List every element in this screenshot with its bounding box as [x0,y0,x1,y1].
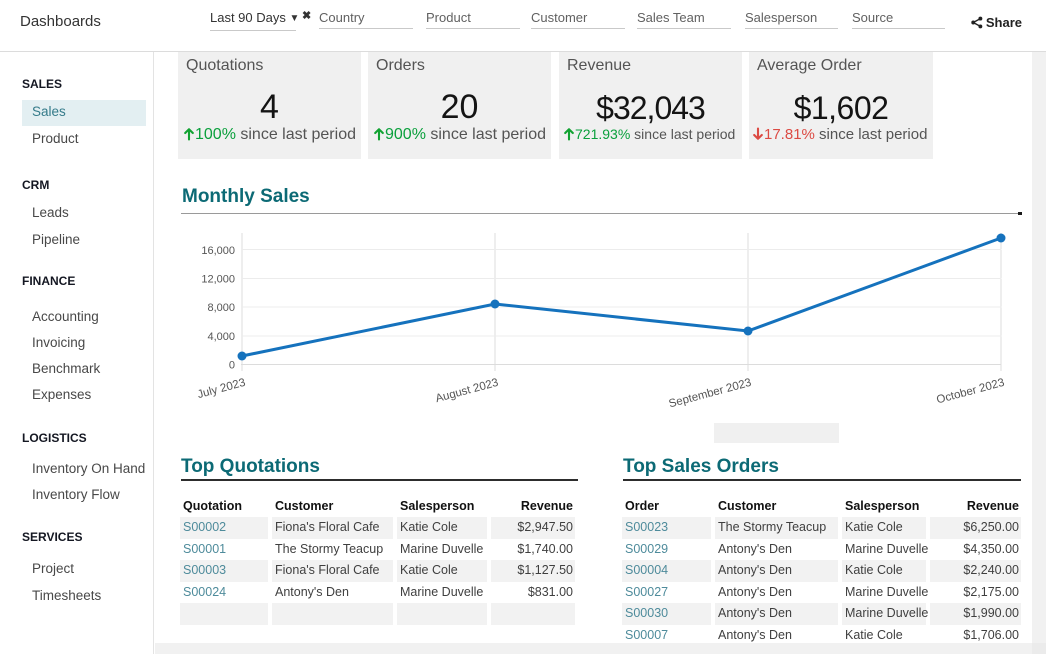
svg-text:August 2023: August 2023 [434,377,499,405]
svg-text:September 2023: September 2023 [668,377,753,411]
svg-text:8,000: 8,000 [207,302,235,314]
svg-text:16,000: 16,000 [201,245,235,257]
svg-text:October 2023: October 2023 [935,377,1005,407]
svg-text:12,000: 12,000 [201,274,235,286]
svg-text:0: 0 [229,360,235,372]
svg-text:4,000: 4,000 [207,331,235,343]
svg-text:July 2023: July 2023 [196,377,247,401]
